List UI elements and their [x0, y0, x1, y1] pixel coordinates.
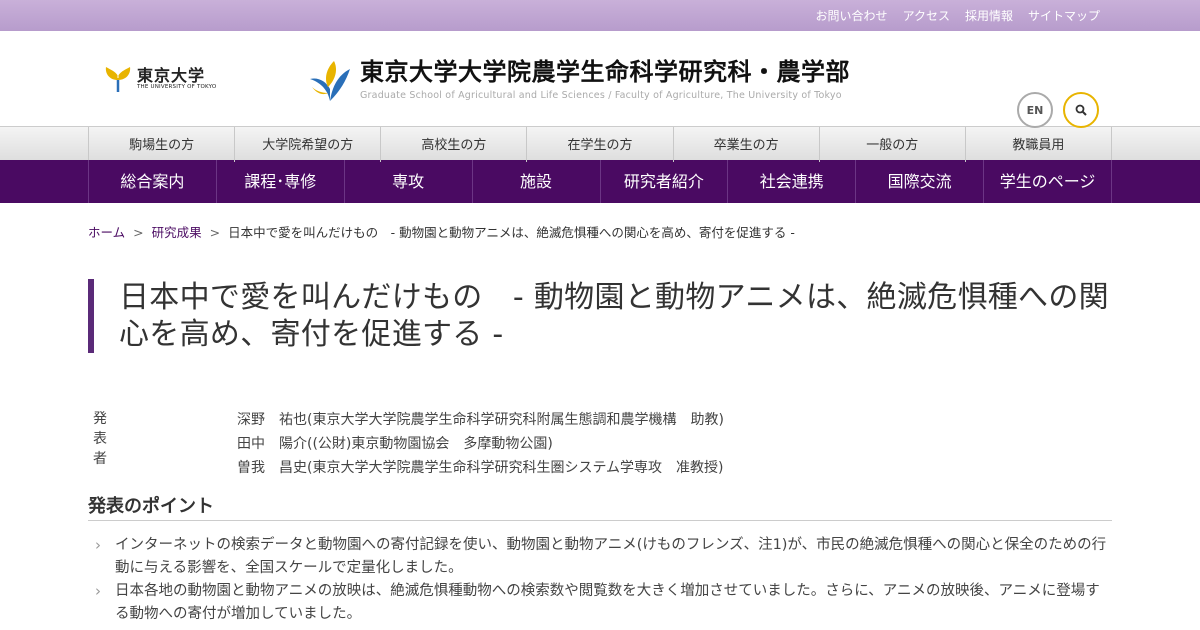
- chevron-right-icon: ›: [95, 536, 101, 554]
- site-header: 東京大学 THE UNIVERSITY OF TOKYO 東京大学大学院農学生命…: [0, 31, 1200, 128]
- nav-international[interactable]: 国際交流: [855, 160, 983, 203]
- nav-general[interactable]: 一般の方: [818, 127, 965, 162]
- article-title: 日本中で愛を叫んだけもの - 動物園と動物アニメは、絶滅危惧種への関心を高め、寄…: [119, 280, 1109, 352]
- nav-researchers[interactable]: 研究者紹介: [599, 160, 728, 203]
- chevron-right-icon: ›: [95, 582, 101, 600]
- nav-staff[interactable]: 教職員用: [964, 127, 1112, 162]
- contact-link[interactable]: お問い合わせ: [816, 7, 888, 24]
- utokyo-logo[interactable]: 東京大学 THE UNIVERSITY OF TOKYO: [103, 64, 216, 94]
- utokyo-logo-text: 東京大学: [137, 66, 206, 85]
- presenters-label: 発表者: [93, 411, 107, 467]
- search-button[interactable]: [1063, 92, 1099, 128]
- nav-high-school[interactable]: 高校生の方: [380, 127, 526, 162]
- utokyo-logo-sub: THE UNIVERSITY OF TOKYO: [137, 84, 217, 90]
- breadcrumb: ホーム > 研究成果 > 日本中で愛を叫んだけもの - 動物園と動物アニメは、絶滅危惧種…: [88, 222, 795, 241]
- nav-courses[interactable]: 課程･専修: [215, 160, 344, 203]
- nav-student-page[interactable]: 学生のページ: [983, 160, 1112, 203]
- nav-social-collab[interactable]: 社会連携: [727, 160, 855, 203]
- article-title-block: 日本中で愛を叫んだけもの - 動物園と動物アニメは、絶滅危惧種への関心を高め、寄…: [88, 279, 1131, 353]
- main-nav: 総合案内 課程･専修 専攻 施設 研究者紹介 社会連携 国際交流 学生のページ: [0, 160, 1200, 203]
- recruit-link[interactable]: 採用情報: [965, 7, 1013, 24]
- audience-nav: 駒場生の方 大学院希望の方 高校生の方 在学生の方 卒業生の方 一般の方 教職員…: [0, 126, 1200, 162]
- faculty-logo[interactable]: 東京大学大学院農学生命科学研究科・農学部 Graduate School of …: [308, 57, 850, 105]
- nav-general-info[interactable]: 総合案内: [88, 160, 216, 203]
- nav-departments[interactable]: 専攻: [343, 160, 472, 203]
- breadcrumb-current: 日本中で愛を叫んだけもの - 動物園と動物アニメは、絶滅危惧種への関心を高め、寄…: [228, 225, 795, 240]
- nav-alumni[interactable]: 卒業生の方: [672, 127, 819, 162]
- site-title: 東京大学大学院農学生命科学研究科・農学部: [360, 58, 850, 86]
- points-list: › インターネットの検索データと動物園への寄付記録を使い、動物園と動物アニメ(け…: [95, 534, 1110, 626]
- points-heading: 発表のポイント: [88, 492, 1112, 521]
- presenter: 田中 陽介((公財)東京動物園協会 多摩動物公園): [237, 436, 553, 452]
- point-text: 日本各地の動物園と動物アニメの放映は、絶滅危惧種動物への検索数や閲覧数を大きく増…: [115, 583, 1100, 622]
- point-text: インターネットの検索データと動物園への寄付記録を使い、動物園と動物アニメ(けもの…: [115, 537, 1107, 576]
- utility-bar: お問い合わせ アクセス 採用情報 サイトマップ: [0, 0, 1200, 31]
- ginkgo-logo-icon: [105, 67, 131, 92]
- english-language-button[interactable]: EN: [1017, 92, 1053, 128]
- presenter: 深野 祐也(東京大学大学院農学生命科学研究科附属生態調和農学機構 助教): [237, 412, 724, 428]
- nav-grad-applicants[interactable]: 大学院希望の方: [234, 127, 380, 162]
- access-link[interactable]: アクセス: [903, 7, 950, 24]
- nav-komaba-students[interactable]: 駒場生の方: [88, 127, 234, 162]
- presenter: 曽我 昌史(東京大学大学院農学生命科学研究科生圏システム学専攻 准教授): [237, 460, 724, 476]
- site-subtitle: Graduate School of Agricultural and Life…: [360, 90, 842, 101]
- search-icon: [1075, 104, 1087, 116]
- list-item: › インターネットの検索データと動物園への寄付記録を使い、動物園と動物アニメ(け…: [95, 534, 1110, 580]
- breadcrumb-separator: >: [133, 225, 144, 240]
- sitemap-link[interactable]: サイトマップ: [1028, 7, 1100, 24]
- nav-facilities[interactable]: 施設: [471, 160, 600, 203]
- breadcrumb-separator: >: [209, 225, 221, 240]
- breadcrumb-research[interactable]: 研究成果: [152, 225, 202, 240]
- faculty-mark-icon: [310, 61, 350, 101]
- list-item: › 日本各地の動物園と動物アニメの放映は、絶滅危惧種動物への検索数や閲覧数を大き…: [95, 580, 1110, 626]
- breadcrumb-home[interactable]: ホーム: [88, 225, 125, 240]
- nav-current-students[interactable]: 在学生の方: [526, 127, 672, 162]
